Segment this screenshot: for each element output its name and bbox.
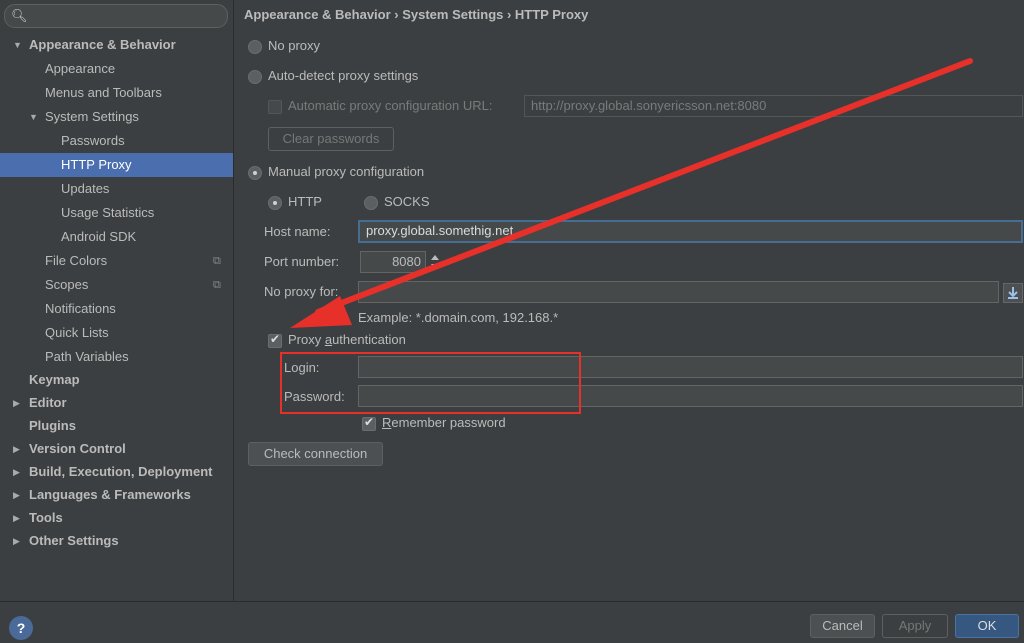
sidebar-item-languages-frameworks[interactable]: ▶ Languages & Frameworks xyxy=(13,483,191,507)
sidebar-item-label: Quick Lists xyxy=(45,325,109,340)
sidebar-item-other-settings[interactable]: ▶ Other Settings xyxy=(13,529,119,553)
sidebar-item-label: Appearance & Behavior xyxy=(29,37,176,52)
sidebar-item-label: Scopes xyxy=(45,277,89,292)
proxy-authentication-checkbox[interactable] xyxy=(268,332,282,348)
collapsed-arrow-icon[interactable]: ▶ xyxy=(13,460,20,484)
manual-proxy-radio[interactable] xyxy=(248,166,262,180)
dialog-footer: ? Cancel Apply OK xyxy=(0,601,1024,643)
socks-radio[interactable] xyxy=(364,196,378,210)
sidebar-item-label: Build, Execution, Deployment xyxy=(29,464,213,479)
proxy-authentication-label: Proxy authentication xyxy=(288,332,406,347)
no-proxy-for-field[interactable] xyxy=(358,281,999,303)
sidebar-item-notifications[interactable]: Notifications xyxy=(45,297,116,321)
port-number-label: Port number: xyxy=(264,254,340,269)
port-number-field[interactable]: 8080 xyxy=(360,251,426,273)
sidebar-item-file-colors[interactable]: File Colors xyxy=(45,249,107,273)
expanded-arrow-icon[interactable]: ▼ xyxy=(29,105,38,129)
expanded-arrow-icon[interactable]: ▼ xyxy=(13,33,22,57)
project-scope-icon: ⧉ xyxy=(213,279,221,291)
sidebar-item-label: Android SDK xyxy=(61,229,137,244)
sidebar-item-label: Editor xyxy=(29,395,67,410)
collapsed-arrow-icon[interactable]: ▶ xyxy=(13,529,20,553)
sidebar-item-passwords[interactable]: Passwords xyxy=(61,129,125,153)
annotation-highlight-box xyxy=(280,352,581,414)
sidebar-item-system-settings[interactable]: ▼ System Settings xyxy=(29,105,139,129)
settings-sidebar: 🔍︎ ▼ Appearance & Behavior Appearance Menus… xyxy=(0,0,234,601)
sidebar-item-label: Tools xyxy=(29,510,63,525)
collapsed-arrow-icon[interactable]: ▶ xyxy=(13,506,20,530)
auto-config-url-label: Automatic proxy configuration URL: xyxy=(288,98,493,113)
sidebar-item-appearance[interactable]: Appearance xyxy=(45,57,115,81)
sidebar-item-label: Notifications xyxy=(45,301,116,316)
sidebar-item-label: Passwords xyxy=(61,133,125,148)
collapsed-arrow-icon[interactable]: ▶ xyxy=(13,391,20,415)
http-proxy-panel: Appearance & Behavior › System Settings … xyxy=(234,0,1024,601)
sidebar-item-usage-statistics[interactable]: Usage Statistics xyxy=(61,201,154,225)
sidebar-item-label: Version Control xyxy=(29,441,126,456)
check-connection-button[interactable]: Check connection xyxy=(248,442,383,466)
sidebar-item-label: Path Variables xyxy=(45,349,129,364)
no-proxy-for-label: No proxy for: xyxy=(264,284,339,299)
sidebar-item-label: Appearance xyxy=(45,61,116,76)
no-proxy-label: No proxy xyxy=(268,38,321,53)
no-proxy-example: Example: *.domain.com, 192.168.* xyxy=(358,310,559,325)
sidebar-item-label: Languages & Frameworks xyxy=(29,487,191,502)
clear-passwords-button[interactable]: Clear passwords xyxy=(268,127,394,151)
sidebar-item-scopes[interactable]: Scopes xyxy=(45,273,88,297)
ok-button[interactable]: OK xyxy=(955,614,1019,638)
sidebar-item-menus-and-toolbars[interactable]: Menus and Toolbars xyxy=(45,81,162,105)
sidebar-item-path-variables[interactable]: Path Variables xyxy=(45,345,129,369)
sidebar-item-label: System Settings xyxy=(45,109,139,124)
apply-button[interactable]: Apply xyxy=(882,614,948,638)
host-name-label: Host name: xyxy=(264,224,331,239)
search-icon: 🔍︎ xyxy=(11,8,28,23)
sidebar-item-appearance-behavior[interactable]: ▼ Appearance & Behavior xyxy=(13,33,176,57)
collapsed-arrow-icon[interactable]: ▶ xyxy=(13,483,20,507)
http-label: HTTP xyxy=(288,194,322,209)
collapsed-arrow-icon[interactable]: ▶ xyxy=(13,437,20,461)
sidebar-item-label: Plugins xyxy=(29,418,76,433)
host-name-field[interactable]: proxy.global.somethig.net xyxy=(358,220,1023,243)
search-input[interactable]: 🔍︎ xyxy=(4,4,228,28)
sidebar-item-version-control[interactable]: ▶ Version Control xyxy=(13,437,126,461)
help-button[interactable]: ? xyxy=(9,616,33,640)
remember-password-label: Remember password xyxy=(382,415,506,430)
sidebar-item-label: Menus and Toolbars xyxy=(45,85,162,100)
sidebar-item-keymap[interactable]: Keymap xyxy=(29,368,80,392)
sidebar-item-android-sdk[interactable]: Android SDK xyxy=(61,225,136,249)
http-radio[interactable] xyxy=(268,196,282,210)
sidebar-item-tools[interactable]: ▶ Tools xyxy=(13,506,63,530)
breadcrumb: Appearance & Behavior › System Settings … xyxy=(244,7,589,22)
expand-field-button[interactable] xyxy=(1003,283,1023,303)
project-scope-icon: ⧉ xyxy=(213,255,221,267)
sidebar-item-label: File Colors xyxy=(45,253,108,268)
no-proxy-radio[interactable] xyxy=(248,40,262,54)
port-spinner[interactable] xyxy=(428,251,442,273)
sidebar-item-quick-lists[interactable]: Quick Lists xyxy=(45,321,109,345)
sidebar-item-label: Other Settings xyxy=(29,533,119,548)
sidebar-item-label: HTTP Proxy xyxy=(61,157,132,172)
sidebar-item-plugins[interactable]: Plugins xyxy=(29,414,76,438)
cancel-button[interactable]: Cancel xyxy=(810,614,875,638)
auto-detect-radio[interactable] xyxy=(248,70,262,84)
sidebar-item-updates[interactable]: Updates xyxy=(61,177,109,201)
spinner-arrows-icon xyxy=(431,255,439,269)
sidebar-item-editor[interactable]: ▶ Editor xyxy=(13,391,67,415)
sidebar-item-label: Keymap xyxy=(29,372,80,387)
sidebar-item-label: Updates xyxy=(61,181,110,196)
sidebar-item-http-proxy[interactable]: HTTP Proxy xyxy=(61,153,132,177)
sidebar-item-label: Usage Statistics xyxy=(61,205,155,220)
sidebar-item-build-execution-deployment[interactable]: ▶ Build, Execution, Deployment xyxy=(13,460,213,484)
expand-field-icon xyxy=(1008,287,1018,299)
auto-config-url-field[interactable]: http://proxy.global.sonyericsson.net:808… xyxy=(524,95,1023,117)
auto-config-url-checkbox[interactable] xyxy=(268,100,282,114)
auto-detect-label: Auto-detect proxy settings xyxy=(268,68,419,83)
manual-proxy-label: Manual proxy configuration xyxy=(268,164,425,179)
socks-label: SOCKS xyxy=(384,194,430,209)
remember-password-checkbox[interactable] xyxy=(362,415,376,431)
